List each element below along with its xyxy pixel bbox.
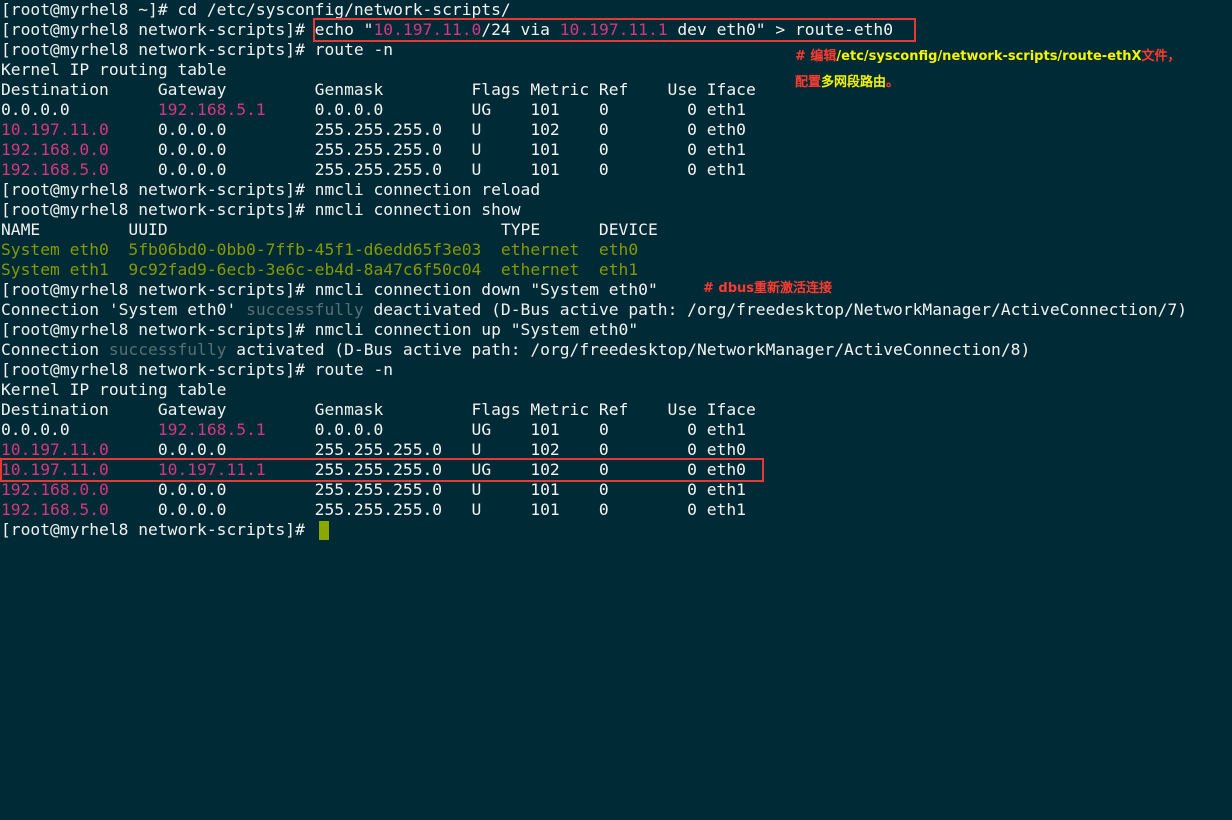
output-text: Connection 'System eth0' [1, 300, 247, 319]
table-row: 192.168.5.0 0.0.0.0 255.255.255.0 U 101 … [1, 160, 746, 180]
annotation-note-dbus: # dbus重新激活连接 [703, 278, 832, 300]
shell-prompt: [root@myrhel8 network-scripts]# [1, 520, 315, 539]
terminal-line[interactable]: [root@myrhel8 network-scripts]# [1, 520, 315, 540]
highlight-box-new-route [0, 458, 764, 482]
route-destination: 192.168.0.0 [1, 480, 109, 499]
route-details: 0.0.0.0 255.255.255.0 U 101 0 0 eth1 [108, 160, 746, 179]
table-row: System eth0 5fb06bd0-0bb0-7ffb-45f1-d6ed… [1, 240, 638, 260]
output-text: activated (D-Bus active path: /org/freed… [226, 340, 1031, 359]
route-details: 0.0.0.0 255.255.255.0 U 101 0 0 eth1 [108, 500, 746, 519]
terminal-line: [root@myrhel8 network-scripts]# nmcli co… [1, 180, 540, 200]
route-destination: 192.168.5.0 [1, 160, 109, 179]
terminal-line: [root@myrhel8 ~]# cd /etc/sysconfig/netw… [1, 0, 511, 20]
table-row: 192.168.0.0 0.0.0.0 255.255.255.0 U 101 … [1, 480, 746, 500]
terminal-line: [root@myrhel8 network-scripts]# route -n [1, 40, 393, 60]
table-row: 0.0.0.0 192.168.5.1 0.0.0.0 UG 101 0 0 e… [1, 100, 746, 120]
routing-table-header: Destination Gateway Genmask Flags Metric… [1, 400, 756, 420]
output-text: Connection [1, 340, 109, 359]
table-row: 192.168.0.0 0.0.0.0 255.255.255.0 U 101 … [1, 140, 746, 160]
output-text: deactivated (D-Bus active path: /org/fre… [363, 300, 1188, 319]
annotation-text: # 编辑 [795, 49, 837, 64]
terminal-line: Kernel IP routing table [1, 380, 226, 400]
route-gateway: 192.168.5.1 [157, 100, 266, 119]
command-nmcli-up: [root@myrhel8 network-scripts]# nmcli co… [1, 320, 639, 339]
route-details: 0.0.0.0 UG 101 0 0 eth1 [265, 420, 746, 439]
terminal-line: [root@myrhel8 network-scripts]# nmcli co… [1, 320, 638, 340]
text-cursor [319, 521, 329, 540]
route-details: 0.0.0.0 255.255.255.0 U 102 0 0 eth0 [108, 440, 746, 459]
route-details: 0.0.0.0 255.255.255.0 U 102 0 0 eth0 [108, 120, 746, 139]
annotation-note-route-file: # 编辑/etc/sysconfig/network-scripts/route… [795, 46, 1181, 68]
annotation-text: 。 [886, 75, 900, 90]
status-word: successfully [108, 340, 227, 359]
routing-table-title: Kernel IP routing table [1, 60, 227, 79]
table-row: 10.197.11.0 0.0.0.0 255.255.255.0 U 102 … [1, 440, 746, 460]
annotation-text: 多网段路由 [821, 75, 887, 90]
highlight-box-echo-command [313, 18, 916, 42]
command-cd: [root@myrhel8 ~]# cd /etc/sysconfig/netw… [1, 0, 511, 19]
terminal-line: [root@myrhel8 network-scripts]# nmcli co… [1, 200, 521, 220]
routing-table-header: Destination Gateway Genmask Flags Metric… [1, 80, 756, 100]
terminal-line: [root@myrhel8 network-scripts]# nmcli co… [1, 280, 658, 300]
route-destination: 0.0.0.0 [1, 420, 158, 439]
table-row: 10.197.11.0 0.0.0.0 255.255.255.0 U 102 … [1, 120, 746, 140]
route-destination: 0.0.0.0 [1, 100, 158, 119]
annotation-text: 配置 [795, 75, 822, 90]
connection-row: System eth1 9c92fad9-6ecb-3e6c-eb4d-8a47… [1, 260, 639, 279]
route-destination: 192.168.0.0 [1, 140, 109, 159]
annotation-text: 文件， [1141, 49, 1181, 64]
connection-table-header: NAME UUID TYPE DEVICE [1, 220, 658, 240]
annotation-text: /etc/sysconfig/network-scripts/route-eth… [836, 49, 1142, 64]
command-nmcli-down: [root@myrhel8 network-scripts]# nmcli co… [1, 280, 658, 299]
connection-row: System eth0 5fb06bd0-0bb0-7ffb-45f1-d6ed… [1, 240, 639, 259]
terminal-line: Connection 'System eth0' successfully de… [1, 300, 1187, 320]
annotation-text: # dbus重新激活连接 [703, 281, 833, 296]
table-row: 192.168.5.0 0.0.0.0 255.255.255.0 U 101 … [1, 500, 746, 520]
route-details: 0.0.0.0 255.255.255.0 U 101 0 0 eth1 [108, 140, 746, 159]
status-word: successfully [246, 300, 364, 319]
route-destination: 10.197.11.0 [1, 120, 109, 139]
terminal-line: Kernel IP routing table [1, 60, 226, 80]
command-route: [root@myrhel8 network-scripts]# route -n [1, 360, 394, 379]
connection-table-header-text: NAME UUID TYPE DEVICE [1, 220, 658, 239]
route-destination: 10.197.11.0 [1, 440, 109, 459]
annotation-note-multi-route: 配置多网段路由。 [795, 72, 899, 94]
command-route: [root@myrhel8 network-scripts]# route -n [1, 40, 394, 59]
table-row: 0.0.0.0 192.168.5.1 0.0.0.0 UG 101 0 0 e… [1, 420, 746, 440]
route-destination: 192.168.5.0 [1, 500, 109, 519]
routing-table-header-text: Destination Gateway Genmask Flags Metric… [1, 400, 756, 419]
route-gateway: 192.168.5.1 [157, 420, 266, 439]
table-row: System eth1 9c92fad9-6ecb-3e6c-eb4d-8a47… [1, 260, 638, 280]
terminal-line: Connection successfully activated (D-Bus… [1, 340, 1030, 360]
terminal-line: [root@myrhel8 network-scripts]# route -n [1, 360, 393, 380]
terminal-window[interactable]: [root@myrhel8 ~]# cd /etc/sysconfig/netw… [0, 0, 1232, 544]
command-nmcli-reload: [root@myrhel8 network-scripts]# nmcli co… [1, 180, 541, 199]
route-details: 0.0.0.0 255.255.255.0 U 101 0 0 eth1 [108, 480, 746, 499]
routing-table-header-text: Destination Gateway Genmask Flags Metric… [1, 80, 756, 99]
routing-table-title: Kernel IP routing table [1, 380, 227, 399]
route-details: 0.0.0.0 UG 101 0 0 eth1 [265, 100, 746, 119]
shell-prompt: [root@myrhel8 network-scripts]# [1, 20, 315, 39]
command-nmcli-show: [root@myrhel8 network-scripts]# nmcli co… [1, 200, 521, 219]
